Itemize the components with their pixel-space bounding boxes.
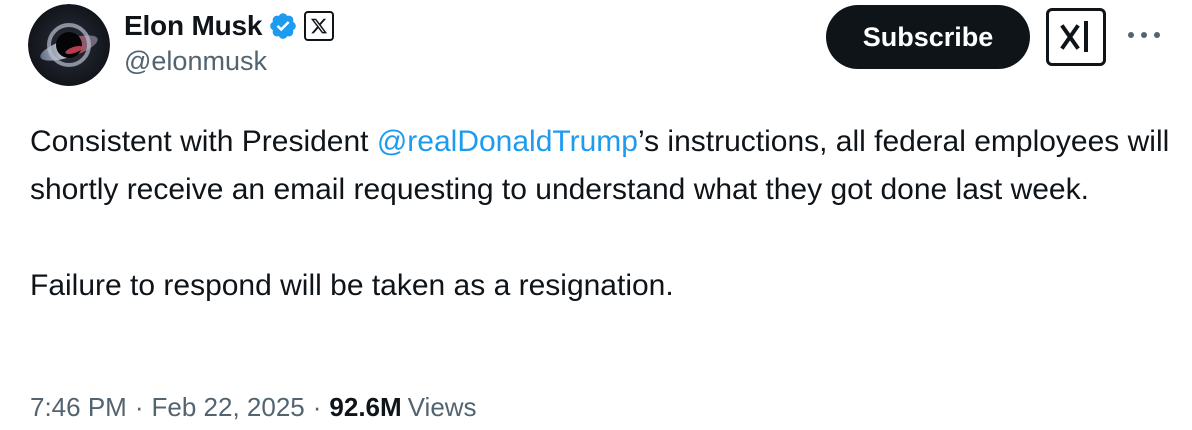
xai-logo[interactable] (1046, 8, 1106, 66)
mention-link[interactable]: @realDonaldTrump (377, 125, 638, 158)
ellipsis-icon[interactable] (1124, 20, 1164, 50)
tweet-text: Consistent with President @realDonaldTru… (30, 118, 1170, 310)
verified-badge-icon[interactable] (268, 11, 298, 41)
tweet-paragraph-1: Consistent with President @realDonaldTru… (30, 118, 1170, 214)
author-handle[interactable]: @elonmusk (124, 46, 267, 77)
tweet-date[interactable]: Feb 22, 2025 (152, 392, 305, 423)
affiliate-x-badge-icon[interactable] (304, 11, 335, 41)
avatar[interactable] (28, 4, 110, 86)
subscribe-button[interactable]: Subscribe (826, 5, 1030, 69)
meta-separator: · (134, 392, 144, 422)
tweet: Elon Musk @elonmusk Subscribe Consistent… (0, 0, 1192, 430)
tweet-meta: 7:46 PM · Feb 22, 2025 · 92.6M Views (30, 392, 477, 423)
views-count[interactable]: 92.6M (329, 392, 401, 423)
meta-separator: · (312, 392, 322, 422)
views-label: Views (407, 392, 477, 422)
tweet-paragraph-2: Failure to respond will be taken as a re… (30, 269, 674, 302)
tweet-text-before-mention: Consistent with President (30, 125, 377, 158)
tweet-time[interactable]: 7:46 PM (30, 392, 127, 423)
author-display-name[interactable]: Elon Musk (124, 10, 262, 42)
author-name-row: Elon Musk (124, 6, 335, 46)
